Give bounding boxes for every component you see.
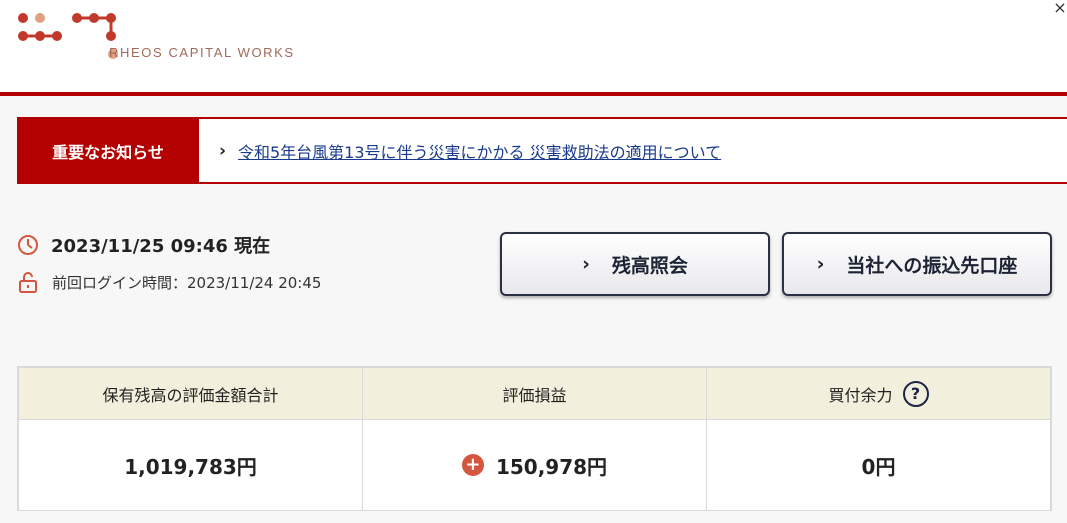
current-datetime: 2023/11/25 09:46 現在 bbox=[51, 236, 271, 257]
value-text: 150,978円 bbox=[495, 454, 608, 479]
header-label: 買付余力 bbox=[828, 385, 893, 405]
buying-power-value: 0円 bbox=[707, 420, 1050, 510]
chevron-right-icon: › bbox=[219, 141, 227, 161]
rheos-logo[interactable] bbox=[16, 12, 346, 72]
last-login-row: 前回ログイン時間：2023/11/24 20:45 bbox=[17, 270, 321, 294]
clock-icon bbox=[18, 235, 38, 255]
balance-inquiry-button[interactable]: › 残高照会 bbox=[500, 232, 770, 296]
total-valuation-value: 1,019,783円 bbox=[19, 420, 363, 510]
header-label: 評価損益 bbox=[502, 385, 567, 405]
value-text: 1,019,783円 bbox=[124, 454, 257, 479]
logo-wordmark: RHEOS CAPITAL WORKS bbox=[109, 45, 295, 60]
header-label: 保有残高の評価金額合計 bbox=[102, 385, 279, 405]
current-time-row: 2023/11/25 09:46 現在 bbox=[17, 232, 270, 258]
header-total-valuation: 保有残高の評価金額合計 bbox=[19, 368, 363, 419]
important-notice-bar: 重要なお知らせ › 令和5年台風第13号に伴う災害にかかる 災害救助法の適用につ… bbox=[17, 117, 1067, 184]
notice-link[interactable]: 令和5年台風第13号に伴う災害にかかる 災害救助法の適用について bbox=[238, 139, 721, 163]
unrealized-pl-value: + 150,978円 bbox=[363, 420, 707, 510]
asset-summary-table: 保有残高の評価金額合計 評価損益 買付余力 ? 1,019,783円 + 150… bbox=[17, 366, 1052, 511]
site-header: RHEOS CAPITAL WORKS × bbox=[0, 0, 1067, 96]
header-unrealized-pl: 評価損益 bbox=[363, 368, 707, 419]
summary-header-row: 保有残高の評価金額合計 評価損益 買付余力 ? bbox=[19, 368, 1050, 420]
balance-inquiry-label: 残高照会 bbox=[611, 254, 688, 277]
unlock-icon bbox=[19, 272, 37, 293]
notice-label: 重要なお知らせ bbox=[17, 117, 199, 184]
chevron-right-icon: › bbox=[582, 253, 590, 275]
value-text: 0円 bbox=[861, 454, 896, 479]
plus-icon: + bbox=[461, 454, 484, 476]
transfer-account-button[interactable]: › 当社への振込先口座 bbox=[782, 232, 1052, 296]
summary-value-row: 1,019,783円 + 150,978円 0円 bbox=[19, 420, 1050, 510]
last-login-time: 前回ログイン時間：2023/11/24 20:45 bbox=[52, 273, 322, 292]
transfer-account-label: 当社への振込先口座 bbox=[846, 254, 1018, 277]
header-buying-power: 買付余力 ? bbox=[707, 368, 1050, 419]
chevron-right-icon: › bbox=[816, 253, 825, 275]
close-icon[interactable]: × bbox=[1053, 0, 1067, 16]
help-icon[interactable]: ? bbox=[902, 380, 929, 407]
